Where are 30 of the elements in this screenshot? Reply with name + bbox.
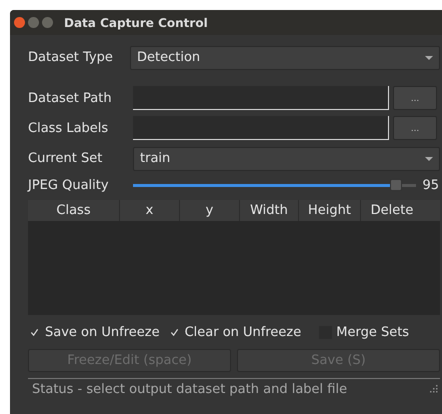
checkbox-label: Merge Sets: [336, 324, 410, 340]
minimize-icon[interactable]: [28, 17, 39, 28]
browse-button[interactable]: ...: [393, 116, 437, 140]
column-header[interactable]: Delete: [361, 200, 423, 221]
column-header[interactable]: Height: [299, 200, 361, 221]
slider-handle[interactable]: [390, 178, 402, 190]
checkbox-label: Clear on Unfreeze: [184, 324, 302, 340]
field-label: Dataset Path: [28, 90, 113, 106]
maximize-icon[interactable]: [42, 17, 53, 28]
class-labels-field[interactable]: [133, 116, 389, 140]
quality-value: 95: [422, 178, 439, 192]
dataset-path-field[interactable]: [133, 86, 389, 110]
field-label: JPEG Quality: [28, 178, 110, 192]
dropdown-arrow-icon: [425, 56, 433, 60]
current-set-dropdown[interactable]: train: [133, 146, 440, 170]
field-label: Current Set: [28, 151, 104, 166]
window-title: Data Capture Control: [64, 16, 208, 30]
dataset-type-dropdown[interactable]: Detection: [130, 46, 440, 70]
field-label: Dataset Type: [28, 50, 114, 65]
column-header[interactable]: y: [180, 200, 240, 221]
field-label: Class Labels: [28, 120, 110, 136]
column-header[interactable]: Class: [28, 200, 120, 221]
status-text: Status - select output dataset path and label file: [32, 382, 348, 396]
browse-button[interactable]: ...: [393, 86, 437, 110]
resize-grip-icon[interactable]: [430, 385, 438, 393]
close-icon[interactable]: [14, 17, 25, 28]
dropdown-arrow-icon: [425, 156, 433, 160]
checkbox-label: Save on Unfreeze: [45, 324, 160, 340]
column-header[interactable]: x: [120, 200, 180, 221]
column-header[interactable]: Width: [240, 200, 299, 221]
